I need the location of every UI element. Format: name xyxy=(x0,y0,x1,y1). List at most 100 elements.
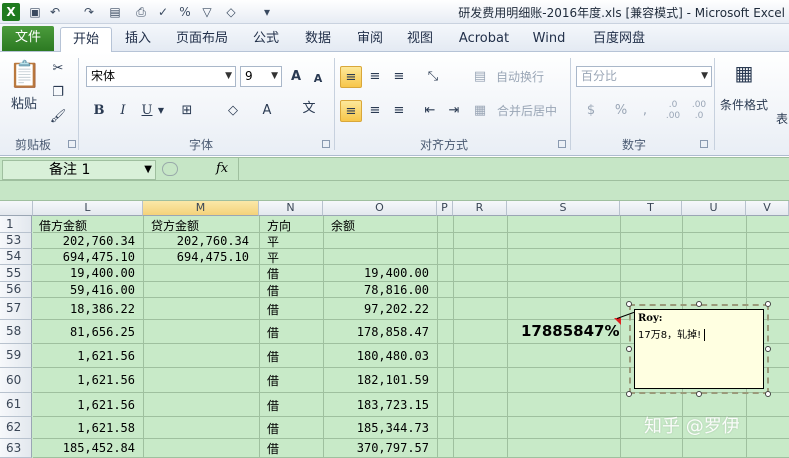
cell-L[interactable]: 借方金额 xyxy=(39,217,87,234)
cell-O[interactable]: 370,797.57 xyxy=(323,441,429,455)
resize-handle[interactable] xyxy=(765,391,771,397)
cell-L[interactable]: 1,621.56 xyxy=(33,373,135,387)
clipboard-dialog-launcher[interactable] xyxy=(68,140,76,148)
decrease-decimal-button[interactable]: .00 .0 xyxy=(688,100,710,122)
number-format-select[interactable]: 百分比 ▼ xyxy=(576,66,712,87)
cell-L[interactable]: 19,400.00 xyxy=(33,266,135,280)
cell-N[interactable]: 借 xyxy=(267,324,279,341)
cell-O[interactable]: 183,723.15 xyxy=(323,398,429,412)
cell-L[interactable]: 1,621.56 xyxy=(33,349,135,363)
comment-text[interactable]: 17万8，轧掉! xyxy=(638,330,701,341)
cell-N[interactable]: 平 xyxy=(267,249,279,266)
row-header[interactable]: 53 xyxy=(0,233,32,249)
cell-S58[interactable]: 17885847% xyxy=(521,322,620,340)
paste-icon[interactable]: 📋 xyxy=(8,58,42,92)
cell-L[interactable]: 202,760.34 xyxy=(33,234,135,248)
print-preview-icon[interactable]: ⎙ xyxy=(132,3,150,21)
column-header-L[interactable]: L xyxy=(33,201,143,216)
spellcheck-icon[interactable]: ✓ xyxy=(154,3,172,21)
conditional-format-button[interactable]: 条件格式 xyxy=(718,94,770,116)
font-name-select[interactable]: 宋体 ▼ xyxy=(86,66,236,87)
tab-wind[interactable]: Wind xyxy=(526,27,572,52)
select-all-corner[interactable] xyxy=(0,201,33,216)
undo-icon[interactable]: ↶ xyxy=(46,3,64,21)
cell-N[interactable]: 借 xyxy=(267,440,279,457)
tab-file[interactable]: 文件 xyxy=(2,26,54,51)
align-bottom-icon[interactable]: ≡ xyxy=(388,66,410,88)
merge-icon[interactable]: ▦ xyxy=(472,100,488,122)
tab-formulas[interactable]: 公式 xyxy=(244,27,288,52)
row-header[interactable]: 1 xyxy=(0,216,32,233)
font-size-select[interactable]: 9 ▼ xyxy=(240,66,282,87)
format-as-table-button[interactable]: 表 xyxy=(774,108,789,130)
resize-handle[interactable] xyxy=(626,346,632,352)
comma-button[interactable]: , xyxy=(636,100,654,122)
formula-input[interactable] xyxy=(242,160,782,178)
column-header-M[interactable]: M xyxy=(143,201,259,216)
cell-M[interactable]: 694,475.10 xyxy=(143,250,249,264)
column-header-T[interactable]: T xyxy=(620,201,682,216)
resize-handle[interactable] xyxy=(765,301,771,307)
cell-M[interactable]: 202,760.34 xyxy=(143,234,249,248)
cell-N[interactable]: 借 xyxy=(267,348,279,365)
paste-button[interactable]: 粘贴 xyxy=(6,94,42,116)
insert-function-button[interactable]: fx xyxy=(216,161,228,176)
align-left-icon[interactable]: ≡ xyxy=(340,100,362,122)
tab-page-layout[interactable]: 页面布局 xyxy=(168,27,236,52)
name-box[interactable]: 备注 1 ▼ xyxy=(2,160,156,180)
customize-icon[interactable]: ▾ xyxy=(258,3,276,21)
align-right-icon[interactable]: ≡ xyxy=(388,100,410,122)
column-header-V[interactable]: V xyxy=(746,201,789,216)
conditional-format-icon[interactable]: ▦ xyxy=(728,58,760,88)
save-icon[interactable]: ▣ xyxy=(26,3,44,21)
increase-decimal-button[interactable]: .0 .00 xyxy=(662,100,684,122)
cell-O[interactable]: 19,400.00 xyxy=(323,266,429,280)
underline-button[interactable]: U xyxy=(138,100,156,122)
row-header[interactable]: 54 xyxy=(0,249,32,265)
column-header-U[interactable]: U xyxy=(682,201,746,216)
redo-icon[interactable]: ↷ xyxy=(80,3,98,21)
resize-handle[interactable] xyxy=(626,391,632,397)
resize-handle[interactable] xyxy=(765,346,771,352)
cell-N[interactable]: 平 xyxy=(267,233,279,250)
currency-button[interactable]: $ xyxy=(582,100,600,122)
fill-icon[interactable]: ◇ xyxy=(222,3,240,21)
cell-M[interactable]: 贷方金额 xyxy=(151,217,199,234)
orientation-icon[interactable]: ⤡ xyxy=(420,66,446,88)
row-header[interactable]: 57 xyxy=(0,298,32,320)
align-middle-icon[interactable]: ≡ xyxy=(364,66,386,88)
cell-O[interactable]: 97,202.22 xyxy=(323,302,429,316)
cell-comment[interactable]: Roy: 17万8，轧掉! xyxy=(634,309,764,389)
column-header-R[interactable]: R xyxy=(453,201,507,216)
cell-O[interactable]: 余额 xyxy=(331,217,355,234)
borders-icon[interactable]: ⊞ xyxy=(176,100,198,122)
row-header[interactable]: 63 xyxy=(0,439,32,458)
formula-bar-resize-icon[interactable] xyxy=(162,162,178,176)
decrease-indent-icon[interactable]: ⇤ xyxy=(420,100,440,122)
cell-N[interactable]: 借 xyxy=(267,282,279,299)
column-header-S[interactable]: S xyxy=(507,201,620,216)
row-header[interactable]: 62 xyxy=(0,417,32,439)
resize-handle[interactable] xyxy=(696,301,702,307)
column-header-O[interactable]: O xyxy=(323,201,437,216)
cell-L[interactable]: 1,621.58 xyxy=(33,421,135,435)
cell-L[interactable]: 81,656.25 xyxy=(33,325,135,339)
wrap-text-icon[interactable]: ▤ xyxy=(472,66,488,88)
row-header[interactable]: 58 xyxy=(0,320,32,344)
align-center-icon[interactable]: ≡ xyxy=(364,100,386,122)
number-dialog-launcher[interactable] xyxy=(700,140,708,148)
tab-data[interactable]: 数据 xyxy=(296,27,340,52)
cell-O[interactable]: 185,344.73 xyxy=(323,421,429,435)
tab-baidu-netdisk[interactable]: 百度网盘 xyxy=(584,27,654,52)
tab-review[interactable]: 审阅 xyxy=(348,27,392,52)
filter-icon[interactable]: ▽ xyxy=(198,3,216,21)
cell-O[interactable]: 182,101.59 xyxy=(323,373,429,387)
column-header-N[interactable]: N xyxy=(259,201,323,216)
wrap-text-button[interactable]: 自动换行 xyxy=(492,66,548,88)
cell-N[interactable]: 借 xyxy=(267,301,279,318)
row-header[interactable]: 59 xyxy=(0,344,32,368)
excel-logo-icon[interactable]: X xyxy=(2,3,20,21)
shrink-font-button[interactable]: A xyxy=(310,68,326,90)
row-header[interactable]: 60 xyxy=(0,368,32,393)
font-dialog-launcher[interactable] xyxy=(322,140,330,148)
